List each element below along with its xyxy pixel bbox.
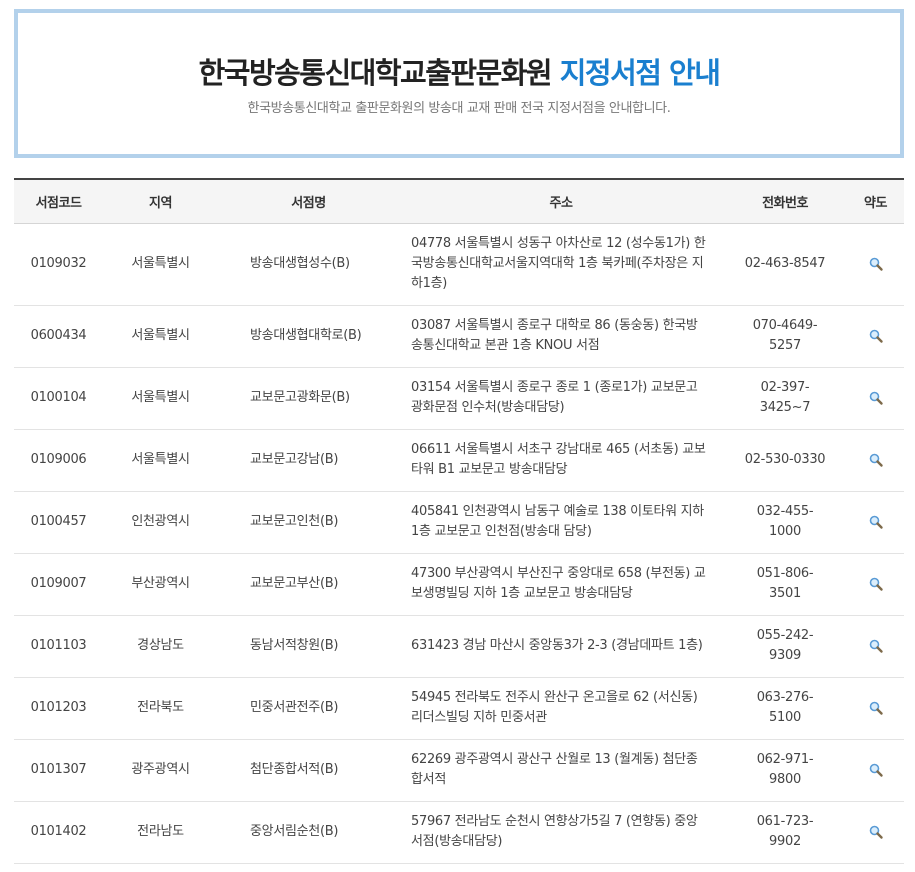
store-phone: 062-971-9800 — [723, 739, 847, 802]
store-phone: 02-530-0330 — [723, 429, 847, 492]
store-region: 전라북도 — [103, 677, 218, 740]
store-table-body: 0109032 서울특별시 방송대생협성수(B) 04778 서울특별시 성동구 아차… — [14, 223, 904, 864]
magnifier-icon[interactable] — [868, 824, 884, 840]
store-code: 0101203 — [14, 677, 103, 740]
page-title-highlight: 지정서점 안내 — [559, 56, 721, 90]
magnifier-icon[interactable] — [868, 452, 884, 468]
store-map-cell — [847, 429, 904, 492]
store-name: 교보문고부산(B) — [218, 553, 399, 616]
page-title-main: 한국방송통신대학교출판문화원 — [198, 56, 553, 90]
store-table: 서점코드 지역 서점명 주소 전화번호 약도 0109032 서울특별시 방송대생협… — [14, 178, 904, 864]
table-row: 0109032 서울특별시 방송대생협성수(B) 04778 서울특별시 성동구 아차… — [14, 223, 904, 306]
store-address: 06611 서울특별시 서초구 강남대로 465 (서초동) 교보타워 B1 교… — [399, 429, 723, 492]
store-code: 0109007 — [14, 553, 103, 616]
store-region: 서울특별시 — [103, 429, 218, 492]
store-name: 교보문고강남(B) — [218, 429, 399, 492]
table-row: 0101307 광주광역시 첨단종합서적(B) 62269 광주광역시 광산구 산월로… — [14, 739, 904, 802]
table-row: 0100104 서울특별시 교보문고광화문(B) 03154 서울특별시 종로구 종로… — [14, 367, 904, 430]
store-address: 03087 서울특별시 종로구 대학로 86 (동숭동) 한국방송통신대학교 본… — [399, 305, 723, 368]
page-subtitle: 한국방송통신대학교 출판문화원의 방송대 교재 판매 전국 지정서점을 안내합니… — [247, 101, 671, 116]
store-name: 교보문고광화문(B) — [218, 367, 399, 430]
store-region: 서울특별시 — [103, 223, 218, 306]
table-row: 0600434 서울특별시 방송대생협대학로(B) 03087 서울특별시 종로구 대… — [14, 305, 904, 368]
store-code: 0100457 — [14, 491, 103, 554]
header-code: 서점코드 — [14, 179, 103, 224]
store-region: 전라남도 — [103, 801, 218, 864]
magnifier-icon[interactable] — [868, 576, 884, 592]
store-map-cell — [847, 677, 904, 740]
store-phone: 02-397-3425~7 — [723, 367, 847, 430]
table-row: 0100457 인천광역시 교보문고인천(B) 405841 인천광역시 남동구 예술… — [14, 491, 904, 554]
table-header-row: 서점코드 지역 서점명 주소 전화번호 약도 — [14, 179, 904, 224]
store-phone: 063-276-5100 — [723, 677, 847, 740]
store-address: 405841 인천광역시 남동구 예술로 138 이토타워 지하1층 교보문고 … — [399, 491, 723, 554]
store-region: 경상남도 — [103, 615, 218, 678]
store-code: 0101103 — [14, 615, 103, 678]
store-phone: 051-806-3501 — [723, 553, 847, 616]
store-code: 0109006 — [14, 429, 103, 492]
store-code: 0100104 — [14, 367, 103, 430]
store-map-cell — [847, 739, 904, 802]
store-map-cell — [847, 491, 904, 554]
header-phone: 전화번호 — [723, 179, 847, 224]
header-store-name: 서점명 — [218, 179, 399, 224]
header-address: 주소 — [399, 179, 723, 224]
store-address: 04778 서울특별시 성동구 아차산로 12 (성수동1가) 한국방송통신대학… — [399, 223, 723, 306]
store-name: 방송대생협대학로(B) — [218, 305, 399, 368]
store-address: 54945 전라북도 전주시 완산구 온고을로 62 (서신동) 리더스빌딩 지… — [399, 677, 723, 740]
store-name: 민중서관전주(B) — [218, 677, 399, 740]
store-name: 첨단종합서적(B) — [218, 739, 399, 802]
store-name: 동남서적창원(B) — [218, 615, 399, 678]
store-region: 서울특별시 — [103, 367, 218, 430]
page-banner: 한국방송통신대학교출판문화원 지정서점 안내 한국방송통신대학교 출판문화원의 … — [14, 9, 904, 158]
store-address: 631423 경남 마산시 중앙동3가 2-3 (경남데파트 1층) — [399, 615, 723, 678]
store-map-cell — [847, 305, 904, 368]
store-code: 0600434 — [14, 305, 103, 368]
magnifier-icon[interactable] — [868, 256, 884, 272]
store-region: 인천광역시 — [103, 491, 218, 554]
magnifier-icon[interactable] — [868, 700, 884, 716]
store-phone: 032-455-1000 — [723, 491, 847, 554]
store-name: 교보문고인천(B) — [218, 491, 399, 554]
store-address: 03154 서울특별시 종로구 종로 1 (종로1가) 교보문고 광화문점 인수… — [399, 367, 723, 430]
store-code: 0101402 — [14, 801, 103, 864]
store-phone: 055-242-9309 — [723, 615, 847, 678]
store-map-cell — [847, 801, 904, 864]
store-address: 62269 광주광역시 광산구 산월로 13 (월계동) 첨단종합서적 — [399, 739, 723, 802]
store-map-cell — [847, 615, 904, 678]
magnifier-icon[interactable] — [868, 514, 884, 530]
store-address: 47300 부산광역시 부산진구 중앙대로 658 (부전동) 교보생명빌딩 지… — [399, 553, 723, 616]
table-row: 0101203 전라북도 민중서관전주(B) 54945 전라북도 전주시 완산구 온… — [14, 677, 904, 740]
magnifier-icon[interactable] — [868, 638, 884, 654]
header-map: 약도 — [847, 179, 904, 224]
table-row: 0101103 경상남도 동남서적창원(B) 631423 경남 마산시 중앙동3가 … — [14, 615, 904, 678]
store-code: 0101307 — [14, 739, 103, 802]
magnifier-icon[interactable] — [868, 390, 884, 406]
magnifier-icon[interactable] — [868, 328, 884, 344]
header-region: 지역 — [103, 179, 218, 224]
store-region: 서울특별시 — [103, 305, 218, 368]
store-map-cell — [847, 367, 904, 430]
store-region: 부산광역시 — [103, 553, 218, 616]
store-map-cell — [847, 553, 904, 616]
page-title: 한국방송통신대학교출판문화원 지정서점 안내 — [18, 55, 900, 91]
table-row: 0101402 전라남도 중앙서림순천(B) 57967 전라남도 순천시 연향상가5… — [14, 801, 904, 864]
store-name: 중앙서림순천(B) — [218, 801, 399, 864]
store-phone: 070-4649-5257 — [723, 305, 847, 368]
magnifier-icon[interactable] — [868, 762, 884, 778]
table-row: 0109006 서울특별시 교보문고강남(B) 06611 서울특별시 서초구 강남대… — [14, 429, 904, 492]
store-phone: 061-723-9902 — [723, 801, 847, 864]
store-phone: 02-463-8547 — [723, 223, 847, 306]
store-address: 57967 전라남도 순천시 연향상가5길 7 (연향동) 중앙서점(방송대담당… — [399, 801, 723, 864]
store-code: 0109032 — [14, 223, 103, 306]
store-map-cell — [847, 223, 904, 306]
table-row: 0109007 부산광역시 교보문고부산(B) 47300 부산광역시 부산진구 중앙… — [14, 553, 904, 616]
store-name: 방송대생협성수(B) — [218, 223, 399, 306]
store-region: 광주광역시 — [103, 739, 218, 802]
